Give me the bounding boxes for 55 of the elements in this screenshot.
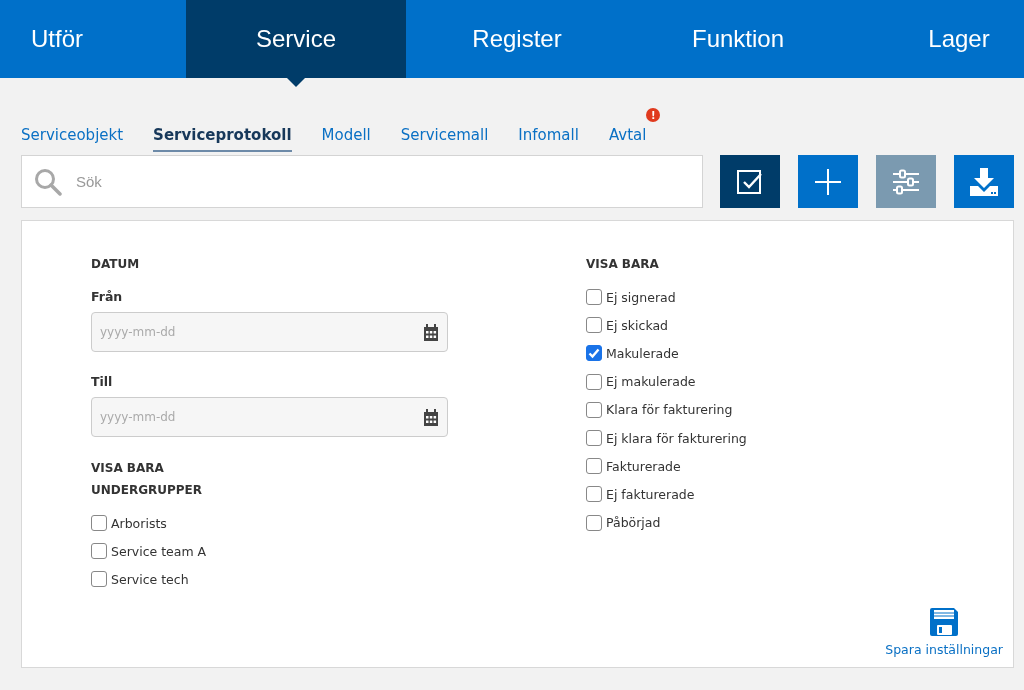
checkbox[interactable] (586, 401, 602, 418)
checkbox[interactable] (586, 345, 602, 362)
placeholder-text: yyyy-mm-dd (100, 325, 176, 339)
subtab[interactable]: Serviceobjekt (21, 126, 124, 152)
section-heading: DATUM (91, 257, 141, 271)
section-heading: VISA BARA (91, 461, 165, 475)
section-heading: VISA BARA (586, 257, 660, 271)
checkbox-label: Klara för fakturering (606, 402, 733, 418)
alert-badge: ! (646, 108, 661, 122)
download-icon (968, 165, 1000, 198)
subtab[interactable]: Avtal (608, 126, 647, 152)
calendar-icon (423, 323, 439, 341)
checkbox-label: Ej signerad (606, 289, 676, 305)
add-button[interactable] (798, 155, 858, 208)
checkbox[interactable] (586, 486, 602, 503)
checkbox[interactable] (91, 543, 107, 560)
checkbox-label: Ej makulerade (606, 374, 696, 390)
nav-tab[interactable]: Service (186, 0, 406, 78)
calendar-icon (423, 408, 439, 426)
download-button[interactable] (954, 155, 1014, 208)
checkbox-label: Service team A (111, 543, 207, 559)
nav-tab[interactable]: Register (406, 0, 628, 78)
checkbox[interactable] (586, 430, 602, 447)
subtab[interactable]: Serviceprotokoll (153, 126, 292, 152)
field-label: Till (91, 374, 114, 389)
checkbox[interactable] (586, 458, 602, 475)
checkbox-label: Makulerade (606, 345, 679, 361)
checkbox[interactable] (91, 515, 107, 532)
pointer-arrow (287, 78, 305, 87)
checkbox[interactable] (586, 289, 602, 306)
field-label: Från (91, 289, 124, 304)
select-button[interactable] (720, 155, 780, 208)
checkbox-label: Ej klara för fakturering (606, 430, 747, 446)
placeholder-text: Sök (76, 173, 102, 190)
search-field[interactable]: Sök (21, 155, 703, 208)
nav-tab[interactable]: Funktion (628, 0, 848, 78)
checkbox-label: Fakturerade (606, 458, 681, 474)
checkbox[interactable] (586, 373, 602, 390)
checkbox-label: Ej skickad (606, 317, 669, 333)
subtab[interactable]: Modell (321, 126, 371, 152)
save-settings-link[interactable]: Spara inställningar (885, 606, 1003, 657)
checkbox-label: Service tech (111, 571, 189, 587)
subtab[interactable]: Servicemall (400, 126, 489, 152)
checkbox[interactable] (586, 317, 602, 334)
search-icon (34, 167, 62, 196)
placeholder-text: yyyy-mm-dd (100, 410, 176, 424)
checkbox[interactable] (586, 514, 602, 531)
checkbox-label: Ej fakturerade (606, 486, 695, 502)
section-heading: UNDERGRUPPER (91, 483, 204, 497)
nav-tab[interactable]: Utför (0, 0, 186, 78)
nav-tab[interactable]: Lager (848, 0, 1024, 78)
checkbox-label: Arborists (111, 515, 167, 531)
checkbox[interactable] (91, 571, 107, 588)
checkbox-label: Påbörjad (606, 515, 661, 531)
subtab[interactable]: Infomall (518, 126, 579, 152)
